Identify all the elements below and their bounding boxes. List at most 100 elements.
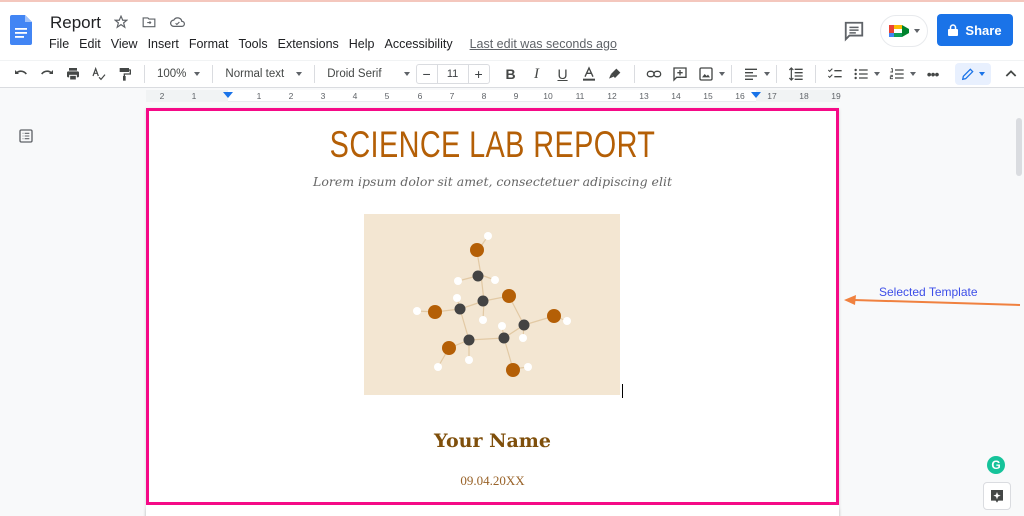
report-title[interactable]: SCIENCE LAB REPORT xyxy=(222,124,763,166)
checklist-icon[interactable] xyxy=(824,62,846,86)
zoom-select[interactable]: 100% xyxy=(151,68,206,80)
toolbar-divider xyxy=(730,65,732,83)
chevron-down-icon xyxy=(194,72,201,76)
ruler-margin-left xyxy=(146,90,228,102)
paragraph-style-select[interactable]: Normal text xyxy=(219,68,308,80)
ruler-label: 1 xyxy=(191,91,197,101)
chevron-down-icon[interactable] xyxy=(909,72,916,76)
ruler-label: 14 xyxy=(671,91,681,101)
menu-edit[interactable]: Edit xyxy=(74,37,106,51)
ruler-label: 1 xyxy=(256,91,262,101)
align-icon[interactable] xyxy=(740,62,762,86)
pencil-icon xyxy=(961,68,974,81)
toolbar-divider xyxy=(212,65,214,83)
ruler-label: 11 xyxy=(575,91,585,101)
annotation-arrow-icon xyxy=(844,295,1021,306)
ruler-label: 5 xyxy=(384,91,390,101)
increase-font-size-button[interactable]: + xyxy=(469,66,489,82)
toolbar-divider xyxy=(814,65,816,83)
cloud-saved-icon[interactable] xyxy=(168,13,186,31)
ruler-label: 9 xyxy=(513,91,519,101)
ruler-label: 12 xyxy=(607,91,617,101)
undo-icon[interactable] xyxy=(10,62,32,86)
menu-tools[interactable]: Tools xyxy=(233,37,272,51)
numbered-list-icon[interactable] xyxy=(886,62,908,86)
ruler-label: 15 xyxy=(703,91,713,101)
chevron-down-icon[interactable] xyxy=(763,72,770,76)
ruler-label: 2 xyxy=(159,91,165,101)
redo-icon[interactable] xyxy=(36,62,58,86)
insert-image-icon[interactable] xyxy=(695,62,717,86)
font-size-input[interactable]: 11 xyxy=(436,65,469,83)
add-comment-icon[interactable] xyxy=(669,62,691,86)
ruler-label: 3 xyxy=(320,91,326,101)
toolbar-divider xyxy=(633,65,635,83)
bulleted-list-icon[interactable] xyxy=(850,62,872,86)
ruler-label: 17 xyxy=(767,91,777,101)
chevron-down-icon xyxy=(296,72,303,76)
menu-view[interactable]: View xyxy=(106,37,143,51)
more-options-icon[interactable]: ••• xyxy=(922,62,944,86)
bold-icon[interactable]: B xyxy=(500,62,522,86)
menu-insert[interactable]: Insert xyxy=(143,37,184,51)
document-outline-icon[interactable] xyxy=(18,128,34,144)
explore-icon xyxy=(991,490,1003,503)
chevron-down-icon[interactable] xyxy=(873,72,880,76)
share-button[interactable]: Share xyxy=(937,14,1013,46)
ruler-label: 6 xyxy=(417,91,423,101)
google-docs-window: Report File Edit View Insert Format Tool… xyxy=(0,0,1024,516)
style-value: Normal text xyxy=(225,68,285,80)
italic-icon[interactable]: I xyxy=(526,62,548,86)
ruler-label: 2 xyxy=(288,91,294,101)
last-edit-link[interactable]: Last edit was seconds ago xyxy=(470,37,617,51)
right-indent-marker[interactable] xyxy=(751,92,761,98)
vertical-scrollbar[interactable] xyxy=(1016,118,1022,176)
ruler-label: 4 xyxy=(352,91,358,101)
underline-icon[interactable]: U xyxy=(552,62,574,86)
comment-history-icon[interactable] xyxy=(843,20,865,42)
print-icon[interactable] xyxy=(62,62,84,86)
menu-bar: File Edit View Insert Format Tools Exten… xyxy=(44,37,617,51)
text-cursor xyxy=(622,384,623,398)
molecule-image[interactable] xyxy=(364,214,620,395)
author-name[interactable]: Your Name xyxy=(146,430,839,452)
menu-help[interactable]: Help xyxy=(344,37,380,51)
molecule-illustration xyxy=(413,232,571,377)
editing-mode-button[interactable] xyxy=(955,63,991,85)
menu-extensions[interactable]: Extensions xyxy=(273,37,344,51)
highlight-icon[interactable] xyxy=(604,62,626,86)
line-spacing-icon[interactable] xyxy=(785,62,807,86)
zoom-value: 100% xyxy=(157,68,187,80)
explore-button[interactable] xyxy=(983,482,1011,510)
ruler-label: 18 xyxy=(799,91,809,101)
menu-accessibility[interactable]: Accessibility xyxy=(380,37,458,51)
chevron-down-icon[interactable] xyxy=(718,72,725,76)
menu-format[interactable]: Format xyxy=(184,37,234,51)
font-select[interactable]: Droid Serif xyxy=(321,68,415,80)
paint-format-icon[interactable] xyxy=(114,62,136,86)
meet-button[interactable] xyxy=(880,15,928,47)
header: Report File Edit View Insert Format Tool… xyxy=(0,2,1024,60)
docs-logo-icon[interactable] xyxy=(10,15,32,45)
ruler-label: 8 xyxy=(481,91,487,101)
document-title[interactable]: Report xyxy=(50,13,101,33)
document-page[interactable]: SCIENCE LAB REPORT Lorem ipsum dolor sit… xyxy=(146,108,839,516)
star-icon[interactable] xyxy=(112,13,130,31)
grammarly-icon[interactable]: G xyxy=(987,456,1005,474)
report-subtitle[interactable]: Lorem ipsum dolor sit amet, consectetuer… xyxy=(146,174,839,189)
chevron-up-icon[interactable] xyxy=(1003,66,1019,82)
formatting-toolbar: 100% Normal text Droid Serif − 11 + B I … xyxy=(0,60,1024,88)
menu-file[interactable]: File xyxy=(44,37,74,51)
share-label: Share xyxy=(965,22,1002,38)
chevron-down-icon xyxy=(913,29,920,33)
report-date[interactable]: 09.04.20XX xyxy=(146,473,839,489)
ruler[interactable]: 2 1 1 2 3 4 5 6 7 8 9 10 11 12 13 14 15 … xyxy=(146,90,841,102)
move-folder-icon[interactable] xyxy=(140,13,158,31)
text-color-icon[interactable] xyxy=(578,62,600,86)
ruler-label: 13 xyxy=(639,91,649,101)
font-size-stepper: − 11 + xyxy=(415,64,490,84)
left-indent-marker[interactable] xyxy=(223,92,233,98)
insert-link-icon[interactable] xyxy=(643,62,665,86)
spellcheck-icon[interactable] xyxy=(88,62,110,86)
decrease-font-size-button[interactable]: − xyxy=(417,66,437,82)
